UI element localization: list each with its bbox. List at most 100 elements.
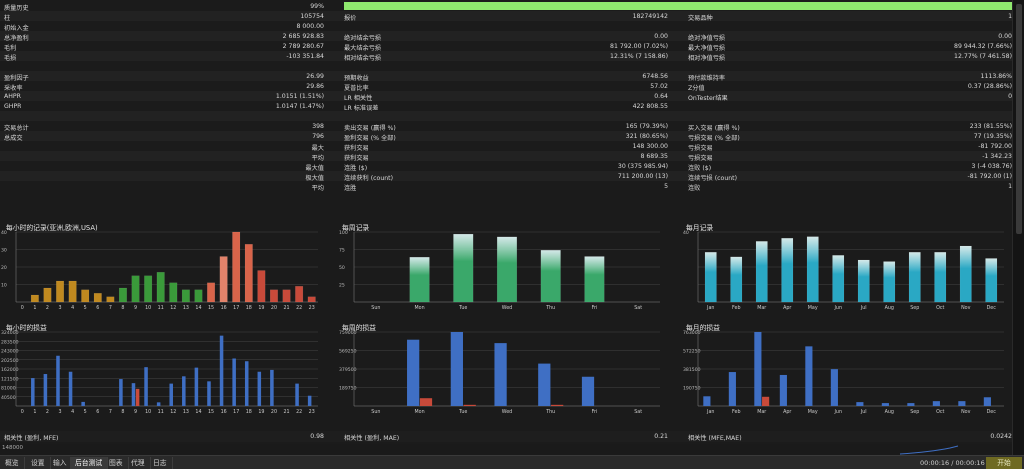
x-tick-label: Wed [502,305,512,311]
y-tick-label: 20 [1,265,7,271]
record-bar [959,245,972,303]
x-tick-label: 12 [170,305,176,311]
monthly-records-chart: 每月记录 40 Jan Feb Mar Apr May Jun Jul Aug Sep Oct Nov D… [682,222,1012,314]
stat-value: 0.64 [654,92,668,100]
tab-3[interactable]: 后台测试 [70,457,109,469]
stat-value: 81 792.00 (7.02%) [610,42,668,50]
vertical-scrollbar[interactable] [1012,0,1024,455]
tab-4[interactable]: 图表 [104,457,129,469]
bottom-chart-strip: 148000 [0,444,1012,455]
profit-bar [119,379,123,406]
record-bar [257,270,266,303]
x-tick-label: Apr [783,409,791,415]
profit-bar [728,372,736,406]
profit-bar [31,378,35,406]
y-tick-label: 40 [683,230,689,236]
x-tick-label: Jun [834,305,843,311]
x-tick-label: 1 [33,409,36,415]
y-tick-label: 75 [339,248,345,254]
record-bar [219,256,228,303]
stats-row: 平均 连胜 5 连败 1 [0,181,1012,192]
profit-bar [754,332,762,406]
chart-svg: 403020100 1 2 3 4 5 6 7 8 9 10 11 12 13 14 15 16 17 18 19 20… [1,230,318,311]
stats-row: 最大值 连胜 ($) 30 (375 985.94) 连败 ($) 3 (-4 038.… [0,161,1012,172]
y-tick-label: 40500 [1,395,16,401]
stat-value: 77 (19.35%) [973,132,1012,140]
record-bar [43,287,52,303]
stats-row: 总成交 796 盈利交易 (% 全部) 321 (80.65%) 亏损交易 (% 全部)… [0,131,1012,142]
profit-bar [538,363,551,406]
record-bar [106,296,115,303]
y-tick-label: 100 [339,230,348,236]
x-tick-label: 4 [71,409,74,415]
x-tick-label: 3 [59,409,62,415]
x-tick-label: 8 [121,409,124,415]
profit-bar [907,403,915,406]
scrollbar-thumb[interactable] [1016,4,1022,234]
record-bar [282,289,291,303]
tab-2[interactable]: 输入 [48,457,73,469]
start-button[interactable]: 开始 [986,457,1022,469]
x-tick-label: Aug [885,305,894,311]
chart-svg: 40 Jan Feb Mar Apr May Jun Jul Aug Sep Oct Nov Dec [683,230,1004,311]
x-tick-label: 5 [84,409,87,415]
stat-value: 1 [1008,182,1012,190]
record-bar [30,294,39,303]
x-tick-label: 23 [309,305,315,311]
x-tick-label: Oct [936,409,944,415]
stat-value: -103 351.84 [286,52,324,60]
stat-value: 796 [312,132,324,140]
x-tick-label: Fri [592,409,598,415]
weekly-records-chart: 每周记录 100 75 50 25 Sun Mon Tue Wed Thu Fri Sat [338,222,668,314]
record-bar [985,258,998,303]
tab-1[interactable]: 设置 [26,457,51,469]
x-tick-label: 18 [246,305,252,311]
stat-value: 2 789 280.67 [282,42,324,50]
stat-value: 99% [310,2,324,10]
stat-value: 321 (80.65%) [625,132,668,140]
x-tick-label: Sep [910,305,919,311]
record-bar [244,244,253,303]
x-tick-label: Tue [458,409,467,415]
x-tick-label: Tue [458,305,467,311]
profit-bar [581,376,595,406]
stat-label: AHPR [4,92,21,100]
record-bar [269,289,278,303]
monthly-pl-chart: 每月的损益 763000 572250 381500 190750 Jan Feb Mar Ap… [682,322,1012,418]
x-tick-label: 23 [309,409,315,415]
stat-value: 57.02 [650,82,668,90]
x-tick-label: Feb [732,305,741,311]
y-tick-label: 30 [1,248,7,254]
loss-bar [551,404,564,406]
bottom-toolbar: 概览 设置 输入 后台测试 图表 代理 日志 00:00:16 / 00:00:16 开始 [0,455,1024,469]
x-tick-label: 20 [271,409,277,415]
profit-bar [494,343,507,406]
stat-value: 5 [664,182,668,190]
stat-value: 30 (375 985.94) [617,162,668,170]
loss-bar [762,396,770,406]
stat-value: 233 (81.55%) [969,122,1012,130]
record-bar [181,289,190,303]
x-tick-label: 4 [71,305,74,311]
stat-value: 89 944.32 (7.66%) [954,42,1012,50]
tab-0[interactable]: 概览 [0,457,25,469]
x-tick-label: 21 [283,409,289,415]
x-tick-label: May [808,409,818,415]
x-tick-label: 10 [145,305,151,311]
profit-bar [68,371,73,406]
tab-5[interactable]: 代理 [126,457,151,469]
record-bar [704,252,717,303]
x-tick-label: Sun [371,305,380,311]
y-tick-label: 81000 [1,386,16,392]
record-bar [194,289,203,303]
x-tick-label: Fri [592,305,598,311]
profit-bar [407,339,420,406]
x-tick-label: 7 [109,409,112,415]
profit-bar [182,376,186,406]
x-tick-label: Mon [415,409,425,415]
correlation-label-3: 相关性 (MFE,MAE) [688,435,742,442]
tab-6[interactable]: 日志 [148,457,173,469]
chart-svg: 100 75 50 25 Sun Mon Tue Wed Thu Fri Sat [339,230,660,311]
correlation-value-2: 0.21 [654,433,668,440]
x-tick-label: 18 [246,409,252,415]
